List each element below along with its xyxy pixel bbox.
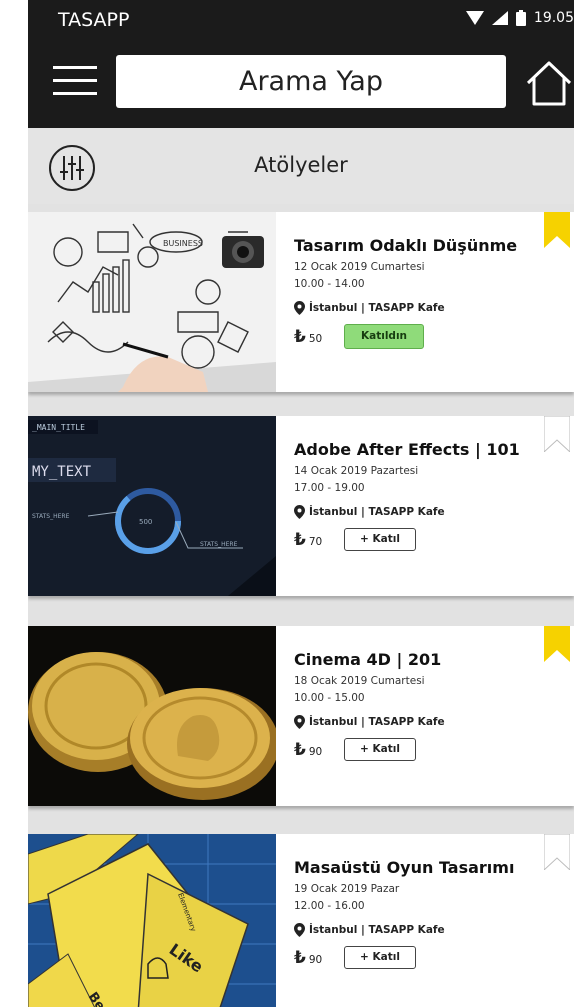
workshop-date: 12 Ocak 2019 Cumartesi bbox=[294, 261, 425, 273]
workshop-price-row: ₺ 90 + Katıl bbox=[294, 738, 564, 761]
workshop-card[interactable]: BUSINESS Tasarım Odaklı Düşünme 12 Ocak … bbox=[28, 212, 574, 392]
workshop-time: 10.00 - 14.00 bbox=[294, 278, 365, 290]
workshop-date: 18 Ocak 2019 Cumartesi bbox=[294, 675, 425, 687]
workshop-info: Cinema 4D | 201 18 Ocak 2019 Cumartesi 1… bbox=[294, 650, 564, 761]
workshop-location-text: İstanbul | TASAPP Kafe bbox=[309, 716, 445, 728]
workshop-date: 14 Ocak 2019 Pazartesi bbox=[294, 465, 419, 477]
ae-stats-left: STATS_HERE bbox=[32, 513, 70, 520]
workshop-location: İstanbul | TASAPP Kafe bbox=[294, 715, 564, 729]
workshop-location: İstanbul | TASAPP Kafe bbox=[294, 505, 564, 519]
workshop-date: 19 Ocak 2019 Pazar bbox=[294, 883, 400, 895]
ae-stats-right: STATS_HERE bbox=[200, 541, 238, 548]
sketch-business-label: BUSINESS bbox=[163, 239, 203, 248]
location-pin-icon bbox=[294, 505, 305, 519]
ae-main-title-text: _MAIN_TITLE bbox=[32, 423, 85, 432]
bookmark-filled-icon[interactable] bbox=[544, 212, 570, 248]
app-screen: TASAPP 19.05 Arama Yap Atölyeler BUSINES… bbox=[28, 0, 574, 1007]
workshop-location: İstanbul | TASAPP Kafe bbox=[294, 301, 564, 315]
workshop-image-sketch: BUSINESS bbox=[28, 212, 276, 392]
lira-icon: ₺ bbox=[294, 529, 306, 550]
signal-icon bbox=[491, 11, 508, 25]
battery-icon bbox=[515, 10, 526, 26]
join-button[interactable]: + Katıl bbox=[344, 528, 416, 551]
workshop-time: 12.00 - 16.00 bbox=[294, 900, 365, 912]
app-bar: Arama Yap bbox=[28, 44, 574, 128]
status-bar: TASAPP 19.05 bbox=[28, 0, 574, 44]
workshop-location-text: İstanbul | TASAPP Kafe bbox=[309, 302, 445, 314]
workshop-card[interactable]: Cinema 4D | 201 18 Ocak 2019 Cumartesi 1… bbox=[28, 626, 574, 806]
workshop-location-text: İstanbul | TASAPP Kafe bbox=[309, 924, 445, 936]
workshop-price-row: ₺ 90 + Katıl bbox=[294, 946, 564, 969]
ae-text-label: MY_TEXT bbox=[32, 464, 92, 480]
workshop-location: İstanbul | TASAPP Kafe bbox=[294, 923, 564, 937]
bookmark-outline-icon[interactable] bbox=[544, 834, 570, 870]
ae-number: 500 bbox=[139, 518, 152, 526]
menu-icon[interactable] bbox=[53, 66, 97, 106]
lira-icon: ₺ bbox=[294, 326, 306, 347]
section-title: Atölyeler bbox=[254, 153, 348, 177]
location-pin-icon bbox=[294, 715, 305, 729]
status-app-name: TASAPP bbox=[58, 9, 130, 31]
lira-icon: ₺ bbox=[294, 947, 306, 968]
location-pin-icon bbox=[294, 923, 305, 937]
home-icon[interactable] bbox=[524, 59, 574, 107]
workshop-time: 10.00 - 15.00 bbox=[294, 692, 365, 704]
join-button[interactable]: + Katıl bbox=[344, 738, 416, 761]
section-header: Atölyeler bbox=[28, 128, 574, 204]
wifi-icon bbox=[465, 11, 484, 25]
workshop-price: ₺ 90 bbox=[294, 739, 323, 760]
workshop-info: Masaüstü Oyun Tasarımı 19 Ocak 2019 Paza… bbox=[294, 858, 564, 969]
workshop-image-coins bbox=[28, 626, 276, 806]
workshop-image-after-effects: _MAIN_TITLE MY_TEXT 500 STATS_HERE STATS… bbox=[28, 416, 276, 596]
workshop-price-row: ₺ 50 Katıldın bbox=[294, 324, 564, 349]
workshop-card[interactable]: _MAIN_TITLE MY_TEXT 500 STATS_HERE STATS… bbox=[28, 416, 574, 596]
location-pin-icon bbox=[294, 301, 305, 315]
workshop-price: ₺ 70 bbox=[294, 529, 323, 550]
status-time: 19.05 bbox=[533, 10, 574, 26]
join-button[interactable]: + Katıl bbox=[344, 946, 416, 969]
status-icons: 19.05 bbox=[465, 10, 574, 26]
workshop-image-board-game: Like Elementary Beğen bbox=[28, 834, 276, 1007]
workshop-price: ₺ 50 bbox=[294, 326, 323, 347]
joined-button[interactable]: Katıldın bbox=[344, 324, 424, 349]
workshop-card[interactable]: Like Elementary Beğen Masaüstü Oyun Tasa… bbox=[28, 834, 574, 1007]
bookmark-outline-icon[interactable] bbox=[544, 416, 570, 452]
workshop-time: 17.00 - 19.00 bbox=[294, 482, 365, 494]
workshop-title: Cinema 4D | 201 bbox=[294, 650, 442, 669]
workshop-location-text: İstanbul | TASAPP Kafe bbox=[309, 506, 445, 518]
bookmark-filled-icon[interactable] bbox=[544, 626, 570, 662]
lira-icon: ₺ bbox=[294, 739, 306, 760]
workshop-price: ₺ 90 bbox=[294, 947, 323, 968]
workshop-price-row: ₺ 70 + Katıl bbox=[294, 528, 564, 551]
workshop-title: Adobe After Effects | 101 bbox=[294, 440, 520, 459]
workshop-info: Adobe After Effects | 101 14 Ocak 2019 P… bbox=[294, 440, 564, 551]
search-box[interactable]: Arama Yap bbox=[116, 55, 506, 108]
workshop-title: Masaüstü Oyun Tasarımı bbox=[294, 858, 515, 877]
workshop-title: Tasarım Odaklı Düşünme bbox=[294, 236, 518, 255]
workshop-info: Tasarım Odaklı Düşünme 12 Ocak 2019 Cuma… bbox=[294, 236, 564, 349]
